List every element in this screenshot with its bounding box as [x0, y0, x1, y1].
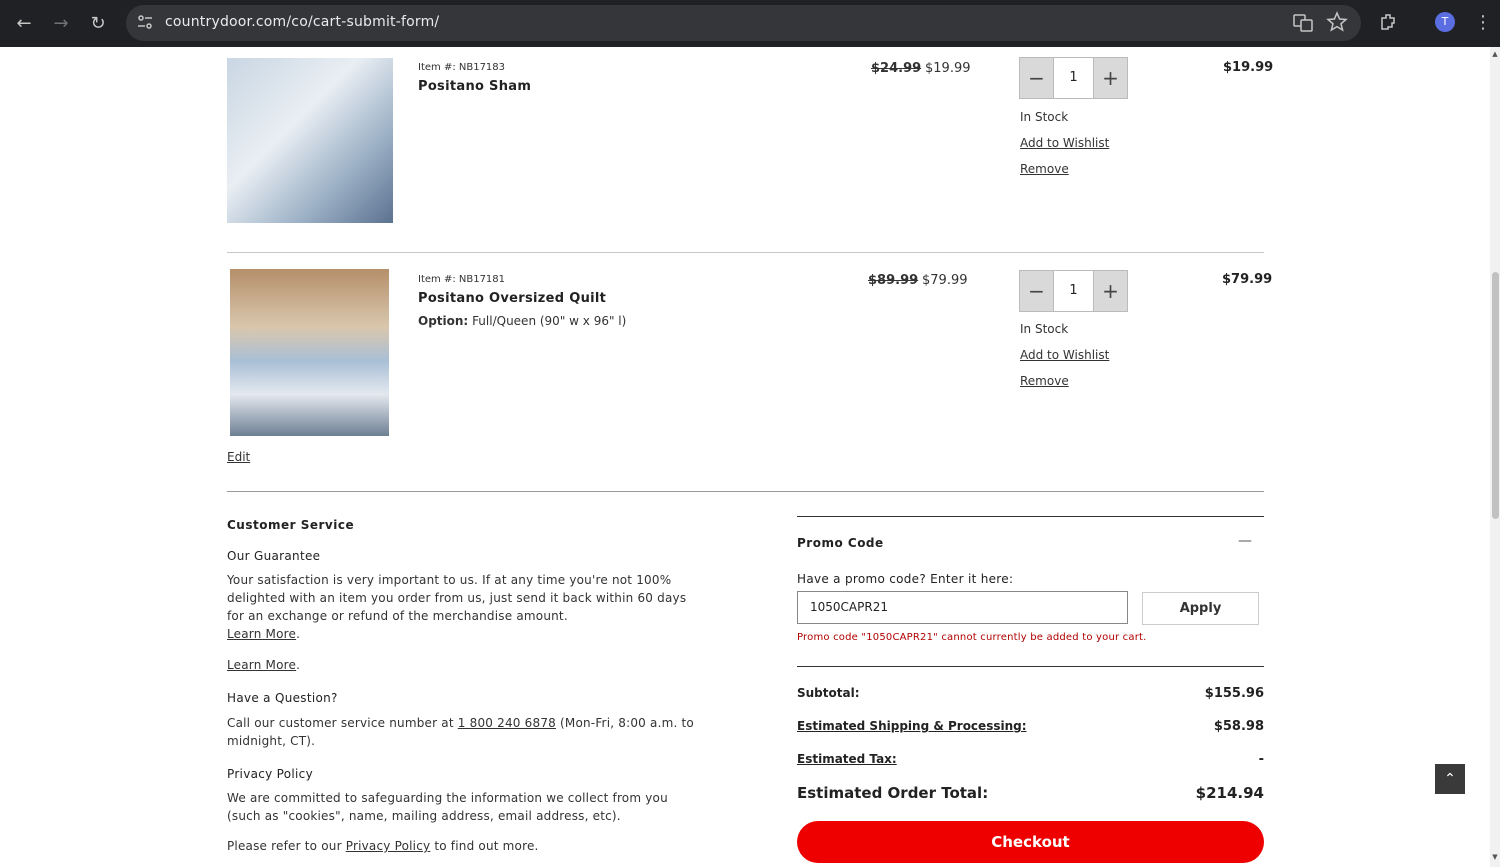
option-value: Full/Queen (90" w x 96" l) — [472, 314, 627, 328]
scroll-to-top-icon[interactable]: ⌃ — [1435, 764, 1465, 794]
product-option: Option: Full/Queen (90" w x 96" l) — [418, 314, 626, 328]
site-settings-icon[interactable] — [136, 13, 154, 31]
scroll-up-icon[interactable]: ▲ — [1490, 50, 1500, 62]
minus-icon[interactable]: − — [1020, 58, 1053, 98]
promo-code-input[interactable]: 1050CAPR21 — [797, 591, 1128, 624]
quantity-value[interactable]: 1 — [1053, 58, 1094, 98]
question-pre: Call our customer service number at — [227, 716, 458, 730]
learn-more-link[interactable]: Learn More — [227, 627, 296, 641]
stock-status: In Stock — [1020, 110, 1069, 124]
product-image-quilt[interactable] — [230, 269, 389, 436]
tax-value: - — [1258, 752, 1264, 767]
privacy-text: We are committed to safeguarding the inf… — [227, 791, 668, 823]
edit-link[interactable]: Edit — [227, 450, 250, 464]
customer-service-heading: Customer Service — [227, 518, 355, 532]
guarantee-text: Your satisfaction is very important to u… — [227, 573, 687, 641]
guarantee-body: Your satisfaction is very important to u… — [227, 573, 687, 623]
line-total: $79.99 — [1222, 272, 1273, 287]
remove-link[interactable]: Remove — [1020, 162, 1069, 176]
quantity-stepper[interactable]: − 1 + — [1019, 270, 1128, 312]
translate-icon[interactable] — [1292, 12, 1314, 34]
privacy-policy-link[interactable]: Privacy Policy — [346, 839, 431, 853]
learn-more-link[interactable]: Learn More — [227, 658, 296, 672]
privacy-refer-pre: Please refer to our — [227, 839, 346, 853]
quantity-stepper[interactable]: − 1 + — [1019, 57, 1128, 99]
promo-prompt: Have a promo code? Enter it here: — [797, 572, 1014, 586]
promo-error-message: Promo code "1050CAPR21" cannot currently… — [797, 632, 1147, 643]
forward-icon[interactable]: → — [49, 12, 73, 36]
original-price: $89.99 — [868, 273, 919, 288]
sale-price: $79.99 — [922, 273, 968, 288]
bookmark-star-icon[interactable] — [1326, 11, 1348, 33]
scroll-down-icon[interactable]: ▼ — [1490, 853, 1500, 865]
summary-top-rule — [797, 666, 1264, 667]
browser-toolbar: ← → ↻ countrydoor.com/co/cart-submit-for… — [0, 0, 1500, 47]
more-menu-icon[interactable]: ⋮ — [1474, 12, 1492, 34]
scrollbar-thumb[interactable] — [1492, 272, 1499, 519]
shipping-label-link[interactable]: Estimated Shipping & Processing: — [797, 719, 1027, 733]
question-title: Have a Question? — [227, 691, 338, 705]
item-number: Item #: NB17183 — [418, 62, 506, 73]
stock-status: In Stock — [1020, 322, 1069, 336]
divider — [227, 252, 1264, 253]
extensions-icon[interactable] — [1378, 11, 1400, 33]
privacy-title: Privacy Policy — [227, 767, 313, 781]
order-total-value: $214.94 — [1195, 784, 1264, 802]
checkout-button[interactable]: Checkout — [797, 821, 1264, 863]
plus-icon[interactable]: + — [1094, 58, 1127, 98]
cart-page: Item #: NB17183 Positano Sham $24.99 $19… — [0, 47, 1490, 867]
question-text: Call our customer service number at 1 80… — [227, 714, 697, 750]
subtotal-value: $155.96 — [1204, 686, 1264, 701]
url-text[interactable]: countrydoor.com/co/cart-submit-form/ — [165, 14, 439, 30]
promo-top-rule — [797, 516, 1264, 517]
product-name[interactable]: Positano Sham — [418, 79, 531, 94]
reload-icon[interactable]: ↻ — [86, 12, 110, 36]
original-price: $24.99 — [871, 61, 922, 76]
option-label: Option: — [418, 314, 469, 328]
add-to-wishlist-link[interactable]: Add to Wishlist — [1020, 136, 1109, 150]
product-image-sham[interactable] — [227, 58, 393, 223]
subtotal-label: Subtotal: — [797, 686, 860, 700]
plus-icon[interactable]: + — [1094, 271, 1127, 311]
remove-link[interactable]: Remove — [1020, 374, 1069, 388]
order-total-label: Estimated Order Total: — [797, 784, 989, 802]
promo-code-heading[interactable]: Promo Code — [797, 536, 884, 550]
profile-avatar[interactable]: T — [1435, 12, 1455, 32]
line-total: $19.99 — [1223, 60, 1274, 75]
sale-price: $19.99 — [925, 61, 971, 76]
divider — [227, 491, 1264, 492]
tax-label-link[interactable]: Estimated Tax: — [797, 752, 897, 766]
quantity-value[interactable]: 1 — [1053, 271, 1094, 311]
learn-more-row: Learn More. — [227, 658, 301, 672]
guarantee-title: Our Guarantee — [227, 549, 321, 563]
item-number: Item #: NB17181 — [418, 274, 506, 285]
privacy-refer: Please refer to our Privacy Policy to fi… — [227, 837, 539, 855]
phone-link[interactable]: 1 800 240 6878 — [458, 716, 556, 730]
product-name[interactable]: Positano Oversized Quilt — [418, 291, 606, 306]
minus-icon[interactable]: − — [1020, 271, 1053, 311]
shipping-value: $58.98 — [1213, 719, 1264, 734]
apply-button[interactable]: Apply — [1142, 592, 1259, 625]
back-icon[interactable]: ← — [12, 12, 36, 36]
privacy-refer-post: to find out more. — [430, 839, 539, 853]
add-to-wishlist-link[interactable]: Add to Wishlist — [1020, 348, 1109, 362]
collapse-icon[interactable]: — — [1238, 533, 1252, 549]
